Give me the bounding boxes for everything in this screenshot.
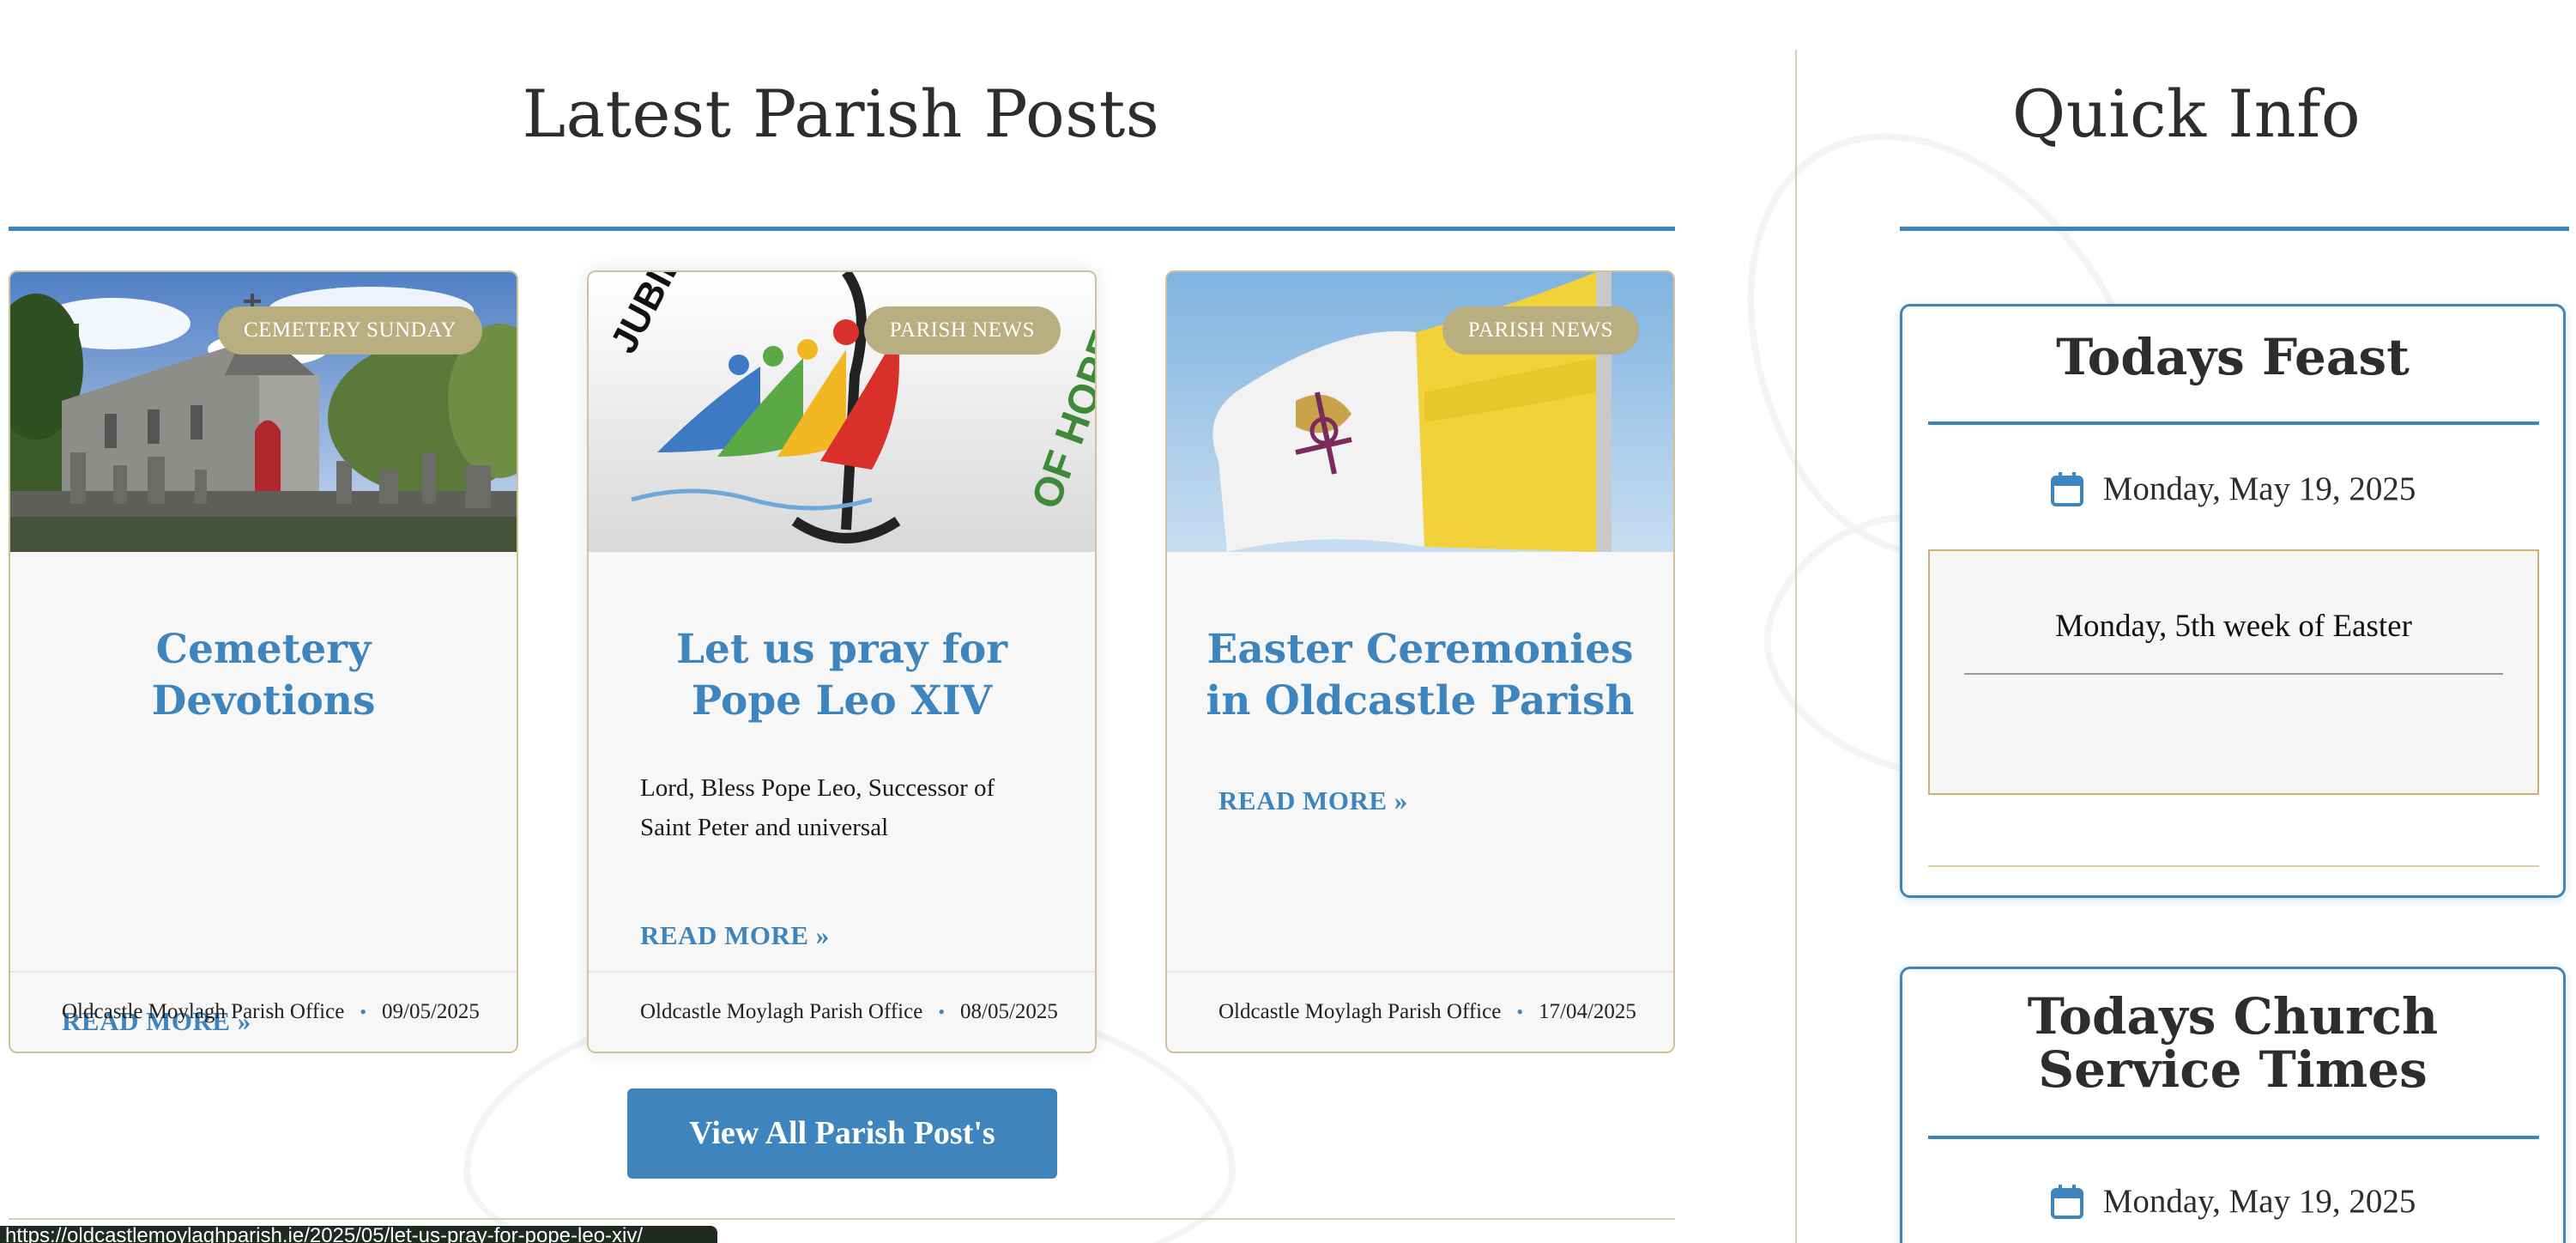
post-date: 08/05/2025 <box>960 1000 1058 1023</box>
todays-feast-box: Todays Feast Monday, May 19, 2025 Monday… <box>1900 304 2566 898</box>
post-image-vatican-flag[interactable]: PARISH NEWS <box>1167 272 1673 552</box>
feast-date: Monday, May 19, 2025 <box>2102 470 2416 507</box>
service-date: Monday, May 19, 2025 <box>2102 1183 2416 1220</box>
post-card[interactable]: CEMETERY SUNDAY Cemetery Devotions READ … <box>9 270 518 1053</box>
post-card[interactable]: JUBILE OF HOPE PARISH NEWS Let us pray f… <box>587 270 1097 1053</box>
section-divider <box>1900 227 2569 231</box>
post-card[interactable]: PARISH NEWS Easter Ceremonies in Oldcast… <box>1165 270 1675 1053</box>
post-image-jubilee-logo[interactable]: JUBILE OF HOPE PARISH NEWS <box>589 272 1095 552</box>
feast-text: Monday, 5th week of Easter <box>2055 609 2412 644</box>
read-more-link[interactable]: READ MORE » <box>640 920 830 951</box>
feast-panel: Monday, 5th week of Easter <box>1928 549 2539 795</box>
feast-divider <box>1964 673 2503 675</box>
section-title: Latest Parish Posts <box>522 76 1160 152</box>
separator-dot: • <box>938 1001 946 1022</box>
section-divider <box>9 227 1675 231</box>
box-divider <box>1928 421 2539 425</box>
latest-posts-section: Latest Parish Posts CEMETERY SUNDAY Ceme… <box>0 0 1682 1243</box>
post-date: 17/04/2025 <box>1539 1000 1636 1023</box>
post-meta: Oldcastle Moylagh Parish Office • 17/04/… <box>1167 971 1673 1052</box>
service-times-box: Todays Church Service Times Monday, May … <box>1900 967 2566 1243</box>
post-excerpt: Lord, Bless Pope Leo, Successor of Saint… <box>640 774 995 841</box>
separator-dot: • <box>360 1001 367 1022</box>
status-bar-url: https://oldcastlemoylaghparish.ie/2025/0… <box>0 1226 717 1243</box>
category-badge[interactable]: CEMETERY SUNDAY <box>217 306 482 355</box>
post-image-church-cemetery[interactable]: CEMETERY SUNDAY <box>10 272 517 552</box>
box-divider <box>1928 1136 2539 1139</box>
post-author: Oldcastle Moylagh Parish Office <box>1218 1000 1502 1023</box>
post-title[interactable]: Easter Ceremonies in Oldcastle Parish <box>1201 624 1639 727</box>
post-author: Oldcastle Moylagh Parish Office <box>62 1000 345 1023</box>
calendar-icon <box>2050 471 2083 506</box>
box-bottom-divider <box>1928 865 2539 867</box>
post-title[interactable]: Cemetery Devotions <box>45 624 482 727</box>
service-date-row: Monday, May 19, 2025 <box>1902 1182 2563 1221</box>
feast-date-row: Monday, May 19, 2025 <box>1902 470 2563 508</box>
category-badge[interactable]: PARISH NEWS <box>863 306 1061 355</box>
post-date: 09/05/2025 <box>382 1000 480 1023</box>
post-meta: Oldcastle Moylagh Parish Office • 09/05/… <box>10 971 517 1052</box>
separator-dot: • <box>1516 1001 1524 1022</box>
post-author: Oldcastle Moylagh Parish Office <box>640 1000 923 1023</box>
box-title: Todays Church Service Times <box>2027 987 2439 1099</box>
post-meta: Oldcastle Moylagh Parish Office • 08/05/… <box>589 971 1095 1052</box>
post-title[interactable]: Let us pray for Pope Leo XIV <box>623 624 1061 727</box>
quick-info-section: Quick Info Todays Feast Monday, May 19, … <box>1797 0 2576 1243</box>
view-all-posts-button[interactable]: View All Parish Post's <box>627 1088 1057 1179</box>
section-title: Quick Info <box>2011 76 2361 152</box>
box-title: Todays Feast <box>2056 328 2410 386</box>
read-more-link[interactable]: READ MORE » <box>1218 785 1408 816</box>
calendar-icon <box>2050 1184 2083 1219</box>
category-badge[interactable]: PARISH NEWS <box>1442 306 1639 355</box>
section-bottom-divider <box>9 1218 1675 1220</box>
